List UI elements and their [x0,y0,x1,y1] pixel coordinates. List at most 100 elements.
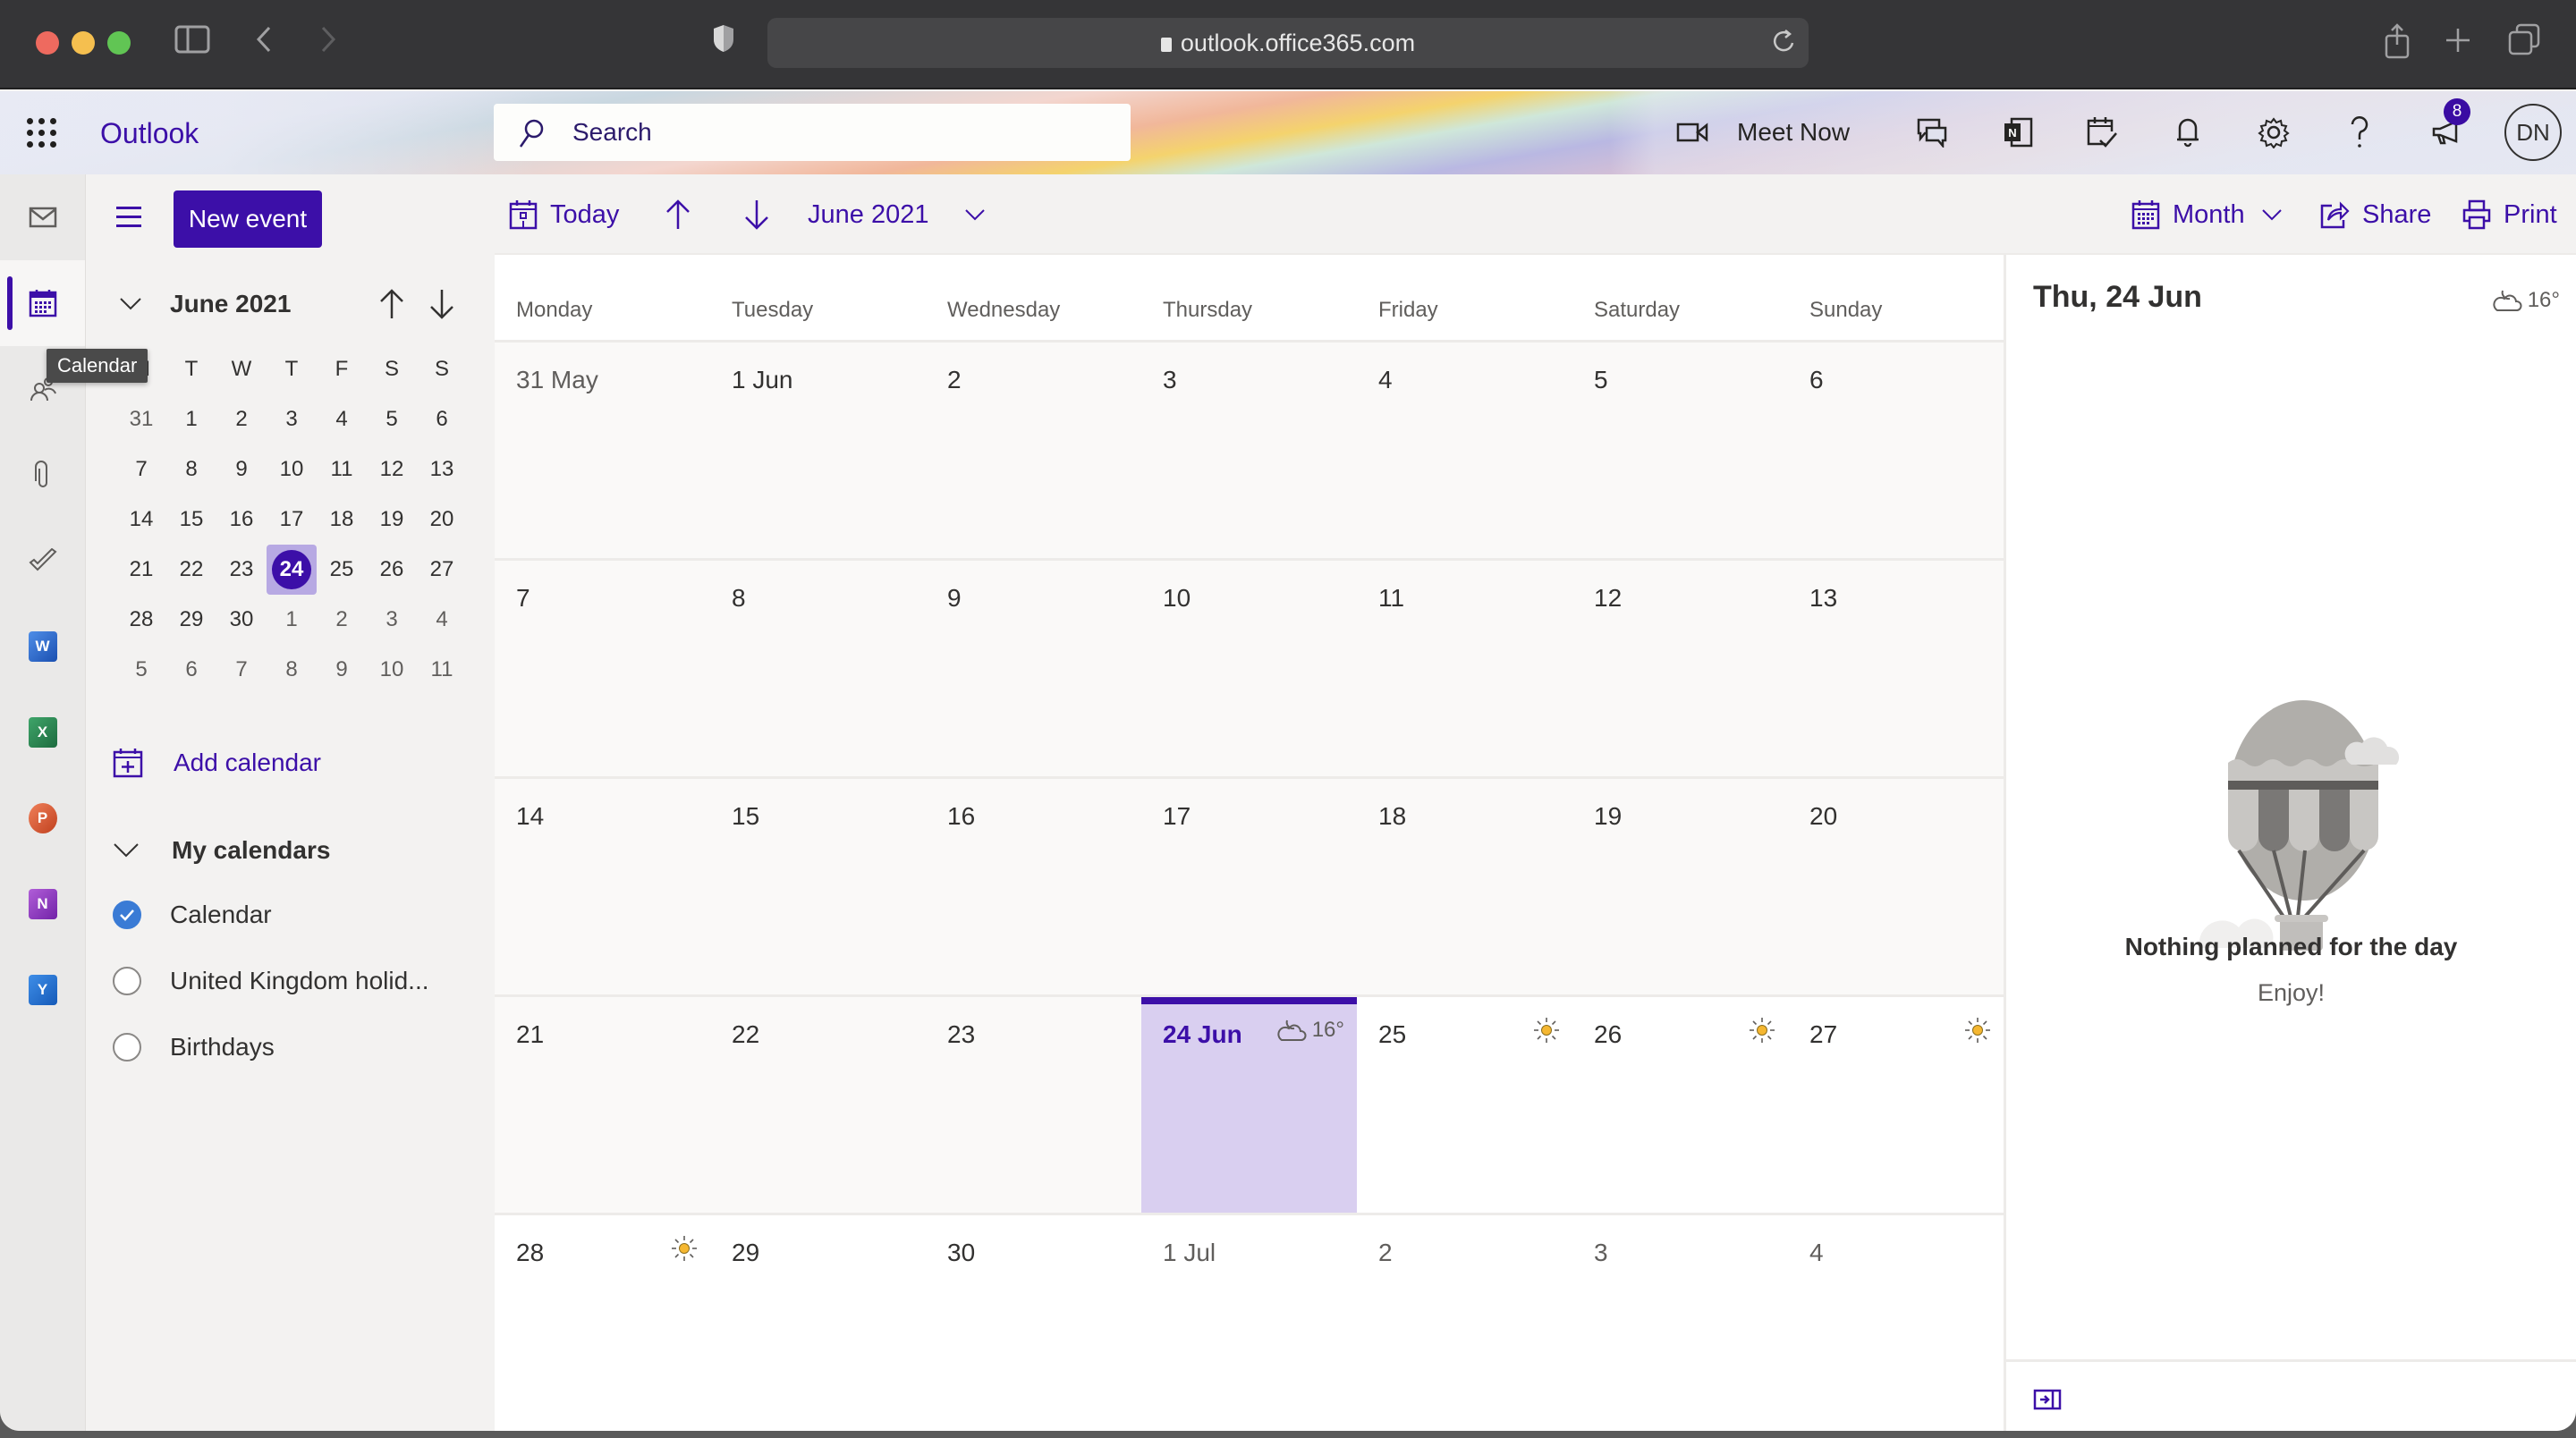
day-cell[interactable]: 19 [1572,779,1788,994]
mini-day[interactable]: 27 [417,545,467,595]
print-button[interactable]: Print [2462,192,2557,237]
mini-day[interactable]: 10 [267,444,317,495]
day-cell[interactable]: 8 [710,561,926,776]
search-input[interactable]: Search [494,104,1131,161]
rail-item-onenote[interactable]: N [0,861,85,947]
mini-day[interactable]: 3 [367,595,417,645]
whats-new-button[interactable]: 8 [2424,98,2470,156]
day-cell[interactable]: 28 [495,1215,710,1431]
onenote-feed-button[interactable]: N [1995,109,2041,156]
mini-day[interactable]: 12 [367,444,417,495]
back-icon[interactable] [250,23,277,63]
weather-forecast[interactable] [671,1235,698,1262]
day-cell[interactable]: 2 [926,343,1141,558]
mini-day[interactable]: 17 [267,495,317,545]
mini-day[interactable]: 22 [166,545,216,595]
mini-day[interactable]: 20 [417,495,467,545]
calendar-checkbox[interactable] [113,901,141,929]
mini-day[interactable]: 25 [317,545,367,595]
day-cell[interactable]: 9 [926,561,1141,776]
mini-day[interactable]: 7 [116,444,166,495]
day-cell[interactable]: 18 [1357,779,1572,994]
mini-day[interactable]: 8 [267,645,317,695]
privacy-shield-icon[interactable] [710,23,737,63]
rail-item-yammer[interactable]: Y [0,947,85,1033]
meet-now-button[interactable]: Meet Now [1676,109,1850,156]
close-window-button[interactable] [36,31,59,55]
collapse-mini-calendar-icon[interactable] [113,282,148,326]
calendar-checkbox[interactable] [113,1033,141,1062]
mini-day[interactable]: 1 [267,595,317,645]
day-cell[interactable]: 13 [1788,561,2004,776]
day-cell[interactable]: 27 [1788,997,2004,1213]
day-cell[interactable]: 17 [1141,779,1357,994]
calendar-item-uk-holidays[interactable]: United Kingdom holid... [113,956,429,1006]
my-day-button[interactable] [2079,109,2125,156]
mini-day[interactable]: 18 [317,495,367,545]
my-calendars-toggle[interactable]: My calendars [113,825,330,875]
mini-day[interactable]: 7 [216,645,267,695]
day-cell[interactable]: 14 [495,779,710,994]
rail-item-todo[interactable] [0,518,85,604]
mini-day[interactable]: 4 [317,394,367,444]
notifications-button[interactable] [2165,109,2211,156]
day-cell[interactable]: 16 [926,779,1141,994]
rail-item-calendar[interactable] [0,260,85,346]
day-cell[interactable]: 2 [1357,1215,1572,1431]
mini-day[interactable]: 6 [166,645,216,695]
mini-day[interactable]: 1 [166,394,216,444]
day-cell[interactable]: 23 [926,997,1141,1213]
mini-day[interactable]: 30 [216,595,267,645]
mini-day[interactable]: 11 [317,444,367,495]
day-cell[interactable]: 5 [1572,343,1788,558]
day-cell[interactable]: 21 [495,997,710,1213]
mini-day[interactable]: 5 [367,394,417,444]
day-cell[interactable]: 25 [1357,997,1572,1213]
mini-day[interactable]: 19 [367,495,417,545]
day-cell[interactable]: 1 Jun [710,343,926,558]
teams-chat-button[interactable] [1909,109,1955,156]
mini-day-selected[interactable]: 24 [267,545,317,595]
rail-item-files[interactable] [0,432,85,518]
mini-day[interactable]: 5 [116,645,166,695]
app-launcher-icon[interactable] [27,118,57,148]
mini-day[interactable]: 13 [417,444,467,495]
app-title[interactable]: Outlook [100,111,199,156]
day-cell[interactable]: 4 [1788,1215,2004,1431]
next-month-button[interactable] [743,192,770,237]
forward-icon[interactable] [315,23,342,63]
weather-forecast[interactable] [1533,1017,1560,1044]
help-button[interactable] [2336,109,2383,156]
mini-day[interactable]: 2 [317,595,367,645]
day-cell[interactable]: 3 [1572,1215,1788,1431]
mini-day[interactable]: 26 [367,545,417,595]
calendar-checkbox[interactable] [113,967,141,995]
mini-day[interactable]: 3 [267,394,317,444]
mini-day[interactable]: 11 [417,645,467,695]
sidebar-toggle-icon[interactable] [172,23,213,63]
mini-day[interactable]: 16 [216,495,267,545]
period-picker-button[interactable]: June 2021 [808,192,986,237]
mini-day[interactable]: 9 [216,444,267,495]
day-cell[interactable]: 20 [1788,779,2004,994]
share-page-icon[interactable] [2381,23,2413,63]
rail-item-mail[interactable] [0,174,85,260]
day-cell[interactable]: 15 [710,779,926,994]
day-cell[interactable]: 10 [1141,561,1357,776]
minimize-window-button[interactable] [72,31,95,55]
rail-item-powerpoint[interactable]: P [0,775,85,861]
account-avatar[interactable]: DN [2504,104,2562,161]
weather-forecast[interactable] [1749,1017,1775,1044]
view-switcher-button[interactable]: Month [2131,192,2283,237]
mini-day[interactable]: 28 [116,595,166,645]
mini-day[interactable]: 9 [317,645,367,695]
new-tab-icon[interactable] [2442,23,2474,63]
share-button[interactable]: Share [2319,192,2431,237]
reload-icon[interactable] [1773,25,1796,67]
mini-day[interactable]: 6 [417,394,467,444]
mini-day[interactable]: 15 [166,495,216,545]
day-cell[interactable]: 26 [1572,997,1788,1213]
rail-item-excel[interactable]: X [0,689,85,775]
day-cell-today[interactable]: 24 Jun 16° [1141,997,1357,1213]
add-calendar-button[interactable]: Add calendar [113,738,321,788]
